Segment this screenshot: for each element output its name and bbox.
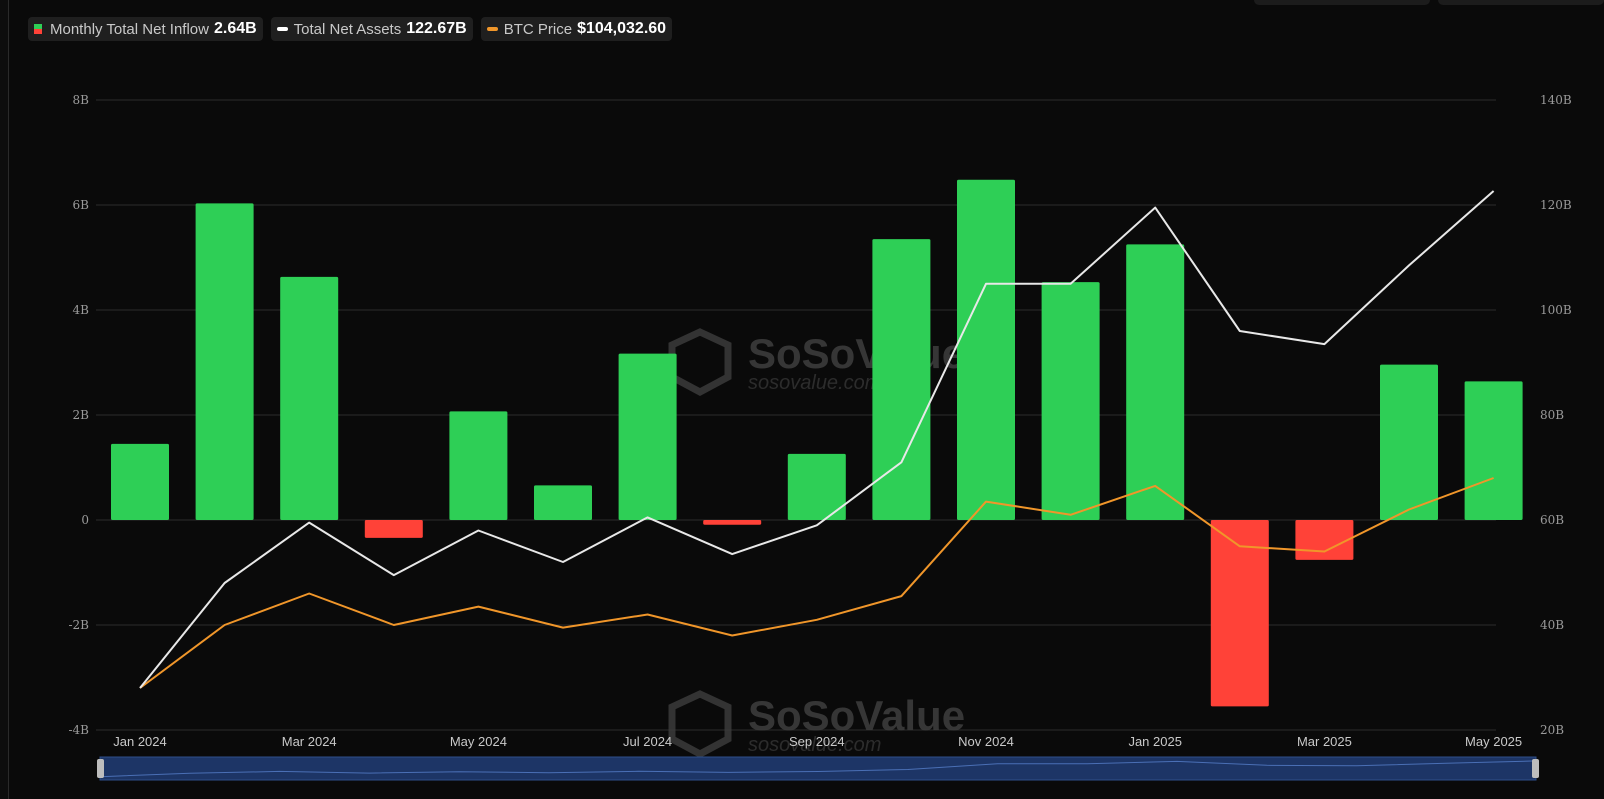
inflow-bar [618,353,677,520]
navigator-track [99,756,1537,781]
y-right-tick-label: 20B [1540,723,1564,737]
y-left-tick-label: 6B [73,198,90,212]
inflow-bars [111,179,1523,707]
inflow-bar [703,520,762,525]
inflow-bar [1380,364,1438,520]
y-right-tick-label: 140B [1540,93,1572,107]
inflow-bar [280,276,339,520]
y-right-tick-label: 40B [1540,618,1564,632]
x-tick-label: Jan 2025 [1128,734,1182,749]
x-tick-label: Mar 2025 [1297,734,1352,749]
x-axis: Jan 2024 Mar 2024 May 2024 Jul 2024 Sep 2024… [113,734,1522,749]
inflow-bar [449,411,508,520]
inflow-bar [195,203,254,521]
inflow-bar [1295,520,1354,560]
total-net-assets-line [139,190,1495,689]
inflow-bar [1041,282,1100,520]
x-tick-label: May 2025 [1465,734,1522,749]
inflow-bar [111,443,169,520]
sosovalue-logo-icon [668,328,732,396]
x-tick-label: Nov 2024 [958,734,1014,749]
inflow-bar [1464,381,1523,520]
navigator-handle-right[interactable] [1532,759,1539,778]
left-axis: 8B 6B 4B 2B 0 -2B -4B [68,93,89,737]
watermark-url: sosovalue.com [748,372,881,394]
y-left-tick-label: 8B [73,93,90,107]
x-tick-label: Sep 2024 [789,734,845,749]
right-axis: 140B 120B 100B 80B 60B 40B 20B [1540,93,1572,737]
series-lines [139,190,1495,689]
x-tick-label: May 2024 [450,734,507,749]
x-tick-label: Jan 2024 [113,734,167,749]
inflow-bar [957,179,1015,521]
y-right-tick-label: 80B [1540,408,1564,422]
y-left-tick-label: -4B [68,723,89,737]
y-left-tick-label: 2B [73,408,90,422]
y-right-tick-label: 120B [1540,198,1572,212]
x-tick-label: Mar 2024 [282,734,337,749]
chart-panel: Monthly Total Net Inflow 2.64B Total Net… [0,0,1604,799]
inflow-bar [364,520,423,538]
y-right-tick-label: 60B [1540,513,1564,527]
inflow-bar [1126,244,1185,520]
y-right-tick-label: 100B [1540,303,1572,317]
watermark-brand: SoSoValue [748,692,965,739]
range-navigator[interactable] [97,756,1539,781]
inflow-bar [534,485,592,520]
x-tick-label: Jul 2024 [623,734,672,749]
navigator-handle-left[interactable] [97,759,104,778]
y-left-tick-label: -2B [68,618,89,632]
y-left-tick-label: 4B [73,303,90,317]
chart-canvas: 8B 6B 4B 2B 0 -2B -4B 140B 120B 100B 80B 60B 40B 20B… [68,93,1572,781]
sosovalue-logo-icon [668,690,732,758]
y-left-tick-label: 0 [81,513,89,527]
watermark-brand: SoSoValue [748,330,965,377]
